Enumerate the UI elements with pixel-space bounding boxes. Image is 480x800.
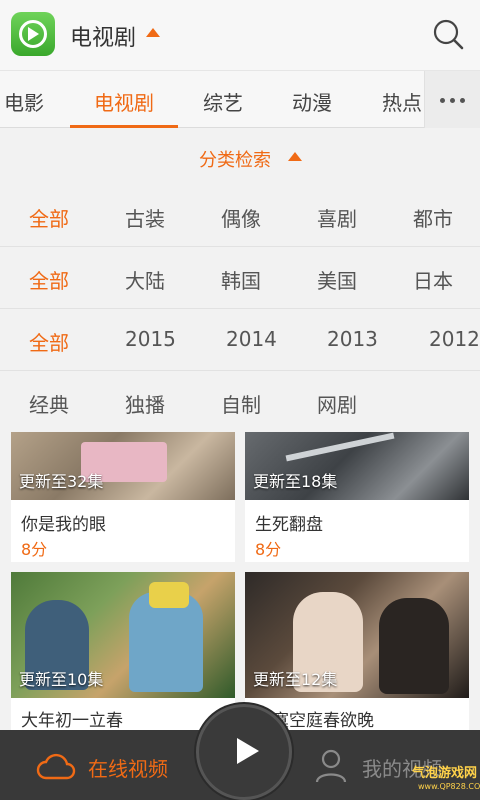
tab-hot[interactable]: 热点 (382, 87, 422, 116)
video-card[interactable]: 更新至10集 大年初一立春 (11, 572, 235, 730)
video-thumbnail[interactable]: 更新至10集 (11, 572, 235, 698)
episode-badge: 更新至18集 (253, 472, 338, 491)
filter-option[interactable]: 全部 (29, 327, 69, 356)
filter-option[interactable]: 2013 (327, 327, 378, 351)
filter-option[interactable]: 网剧 (317, 389, 357, 418)
filter-option[interactable]: 都市 (413, 203, 453, 232)
user-icon[interactable] (314, 748, 348, 784)
filter-title[interactable]: 分类检索 (199, 146, 271, 172)
filter-panel: 分类检索 全部 古装 偶像 喜剧 都市 全部 大陆 韩国 美国 日本 全部 20… (0, 128, 480, 432)
filter-option[interactable]: 2012 (429, 327, 480, 351)
video-grid: 更新至32集 你是我的眼 8分 更新至18集 生死翻盘 8分 更新至10集 大年… (0, 432, 480, 730)
more-dots-icon[interactable] (424, 71, 480, 128)
filter-option[interactable]: 大陆 (125, 265, 165, 294)
filter-option[interactable]: 日本 (413, 265, 453, 294)
category-tabs: 电影 电视剧 综艺 动漫 热点 (0, 70, 480, 128)
filter-row-genre: 全部 古装 偶像 喜剧 都市 (0, 185, 480, 247)
episode-badge: 更新至12集 (253, 670, 338, 689)
watermark: 气泡游戏网 www.QP828.COM (412, 766, 480, 791)
filter-option[interactable]: 自制 (221, 389, 261, 418)
filter-option[interactable]: 古装 (125, 203, 165, 232)
episode-badge: 更新至10集 (19, 670, 104, 689)
video-title: 生死翻盘 (255, 515, 323, 535)
video-score: 8分 (255, 540, 282, 559)
nav-online-video[interactable]: 在线视频 (88, 753, 168, 782)
filter-option[interactable]: 全部 (29, 265, 69, 294)
search-icon[interactable] (430, 16, 466, 52)
app-logo[interactable] (11, 12, 55, 56)
video-card[interactable]: 更新至12集 寂寞空庭春欲晚 (245, 572, 469, 730)
video-thumbnail[interactable]: 更新至18集 (245, 432, 469, 500)
video-title: 你是我的眼 (21, 515, 106, 535)
caret-up-icon[interactable] (146, 28, 160, 37)
filter-option[interactable]: 喜剧 (317, 203, 357, 232)
tab-movie[interactable]: 电影 (4, 87, 44, 116)
caret-up-icon[interactable] (288, 152, 302, 161)
filter-option[interactable]: 独播 (125, 389, 165, 418)
filter-row-type: 经典 独播 自制 网剧 (0, 371, 480, 433)
filter-option[interactable]: 2015 (125, 327, 176, 351)
filter-option[interactable]: 韩国 (221, 265, 261, 294)
video-title: 大年初一立春 (21, 711, 123, 730)
episode-badge: 更新至32集 (19, 472, 104, 491)
tab-tv-series[interactable]: 电视剧 (94, 87, 154, 116)
play-icon (237, 738, 259, 764)
cloud-icon[interactable] (36, 750, 76, 782)
filter-option[interactable]: 美国 (317, 265, 357, 294)
tab-anime[interactable]: 动漫 (292, 87, 332, 116)
video-card[interactable]: 更新至32集 你是我的眼 8分 (11, 432, 235, 562)
top-bar: 电视剧 (0, 0, 480, 70)
filter-row-region: 全部 大陆 韩国 美国 日本 (0, 247, 480, 309)
tab-variety[interactable]: 综艺 (203, 87, 243, 116)
video-card[interactable]: 更新至18集 生死翻盘 8分 (245, 432, 469, 562)
video-thumbnail[interactable]: 更新至12集 (245, 572, 469, 698)
filter-option[interactable]: 偶像 (221, 203, 261, 232)
filter-row-year: 全部 2015 2014 2013 2012 (0, 309, 480, 371)
filter-option[interactable]: 全部 (29, 203, 69, 232)
filter-option[interactable]: 经典 (29, 389, 69, 418)
play-button[interactable] (196, 704, 292, 800)
category-title[interactable]: 电视剧 (70, 20, 136, 52)
video-thumbnail[interactable]: 更新至32集 (11, 432, 235, 500)
video-score: 8分 (21, 540, 48, 559)
filter-option[interactable]: 2014 (226, 327, 277, 351)
